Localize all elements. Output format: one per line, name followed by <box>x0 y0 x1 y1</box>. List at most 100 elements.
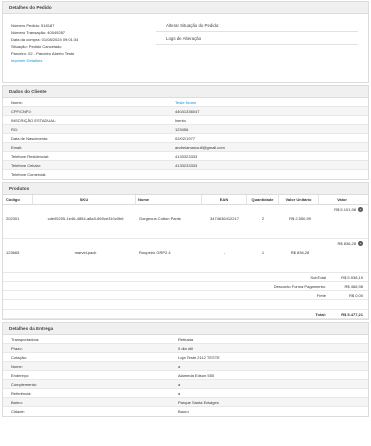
delivery-value: Parque Santa Edwiges <box>178 400 219 405</box>
order-details-panel: Detalhes do Pedido Número Pedido: 518187… <box>2 1 369 83</box>
price-detail-icon[interactable]: + <box>358 241 363 246</box>
product-ean: - <box>223 250 226 255</box>
client-row: INSCRIÇÃO ESTADUAL: Isento <box>3 116 368 125</box>
delivery-key: Cidade: <box>11 409 25 414</box>
products-title: Produtos <box>3 183 368 195</box>
client-row: Telefone Comercial: <box>3 170 368 179</box>
client-key: Telefone Residencial: <box>11 154 50 159</box>
products-header: Código SKU Nome EAN Quantidade Valor Uni… <box>3 195 368 205</box>
change-logs-action[interactable]: Logs de Alteração <box>156 32 358 45</box>
delivery-value: 0 dia útil <box>178 346 193 351</box>
print-details-link[interactable]: Imprimir Detalhes <box>11 57 78 64</box>
client-value: 44041336047 <box>175 109 200 114</box>
col-total: Valor <box>337 197 347 202</box>
change-status-action[interactable]: Alterar Situação do Pedido: <box>156 19 358 32</box>
client-value: 123456 <box>175 127 189 132</box>
delivery-value: Loja Teste 2112 TESTE <box>178 355 220 360</box>
product-unit-price: R$ 836,28 <box>290 250 310 255</box>
col-code: Código <box>3 195 33 204</box>
col-unit-price: Valor Unitário <box>279 195 319 204</box>
delivery-key: Nome: <box>11 364 23 369</box>
delivery-key: Complemento: <box>11 382 38 387</box>
client-key: Nome: <box>11 100 23 105</box>
order-partner: Parceiro: 02 - Parceiro Aberto Teste <box>11 51 75 56</box>
delivery-value: Alameda Edson 555 <box>178 373 215 378</box>
delivery-value: a <box>178 382 181 387</box>
delivery-row: Prazo: 0 dia útil <box>3 344 368 353</box>
delivery-key: Bairro: <box>11 400 23 405</box>
client-value: 4133233333 <box>175 163 198 168</box>
totals-spacer <box>3 300 368 310</box>
client-row: Nome: Teste Nome <box>3 98 368 107</box>
client-key: Telefone Comercial: <box>11 172 47 177</box>
delivery-key: Prazo: <box>11 346 23 351</box>
client-key: Email: <box>11 145 23 150</box>
product-name: Gorgeous Cotton Pants <box>139 216 181 221</box>
delivery-row: Transportadora: Retirada <box>3 335 368 344</box>
product-total-wrap: R$ 5.101,98 + <box>334 207 363 212</box>
order-actions: Alterar Situação do Pedido: Logs de Alte… <box>156 19 358 45</box>
total-row: Total: R$ 5.477,21 <box>3 310 368 319</box>
order-number: Número Pedido: 518187 <box>11 23 55 28</box>
discount-label: Desconto Forma Pagamento: <box>273 284 326 289</box>
delivery-value: Retirada <box>178 337 194 342</box>
col-ean: EAN <box>202 195 247 204</box>
discount-value: R$ 466,98 <box>344 284 363 289</box>
delivery-row: Cidade: Bauru <box>3 407 368 416</box>
client-name-link[interactable]: Teste Nome <box>175 98 368 106</box>
product-code: 202301 <box>6 216 20 221</box>
delivery-row: Bairro: Parque Santa Edwiges <box>3 398 368 407</box>
client-row: RG: 123456 <box>3 125 368 134</box>
client-value: andreiamanoulf@gmail.com <box>175 145 225 150</box>
client-key: Telefone Celular: <box>11 163 42 168</box>
total-value: R$ 5.477,21 <box>341 312 363 317</box>
order-page: Detalhes do Pedido Número Pedido: 518187… <box>0 0 371 446</box>
product-name: Roupeiro GRP2.4 <box>139 250 171 255</box>
transaction-number: Número Transação: 40049287 <box>11 30 66 35</box>
product-qty: 1 <box>261 250 265 255</box>
delivery-value: a <box>178 391 181 396</box>
client-row: Telefone Residencial: 4133323333 <box>3 152 368 161</box>
delivery-row: Nome: a <box>3 362 368 371</box>
client-value: 02/02/1977 <box>175 136 196 141</box>
order-status: Situação: Pedido Cancelado <box>11 44 62 49</box>
delivery-panel: Detalhes da Entrega Transportadora: Retir… <box>2 322 369 417</box>
product-row: 123665 marvel-pack Roupeiro GRP2.4 - 1 R… <box>3 239 368 273</box>
freight-row: Frete R$ 0,00 <box>3 291 368 300</box>
client-key: Data de Nascimento: <box>11 136 49 141</box>
delivery-key: Cotação: <box>11 355 28 360</box>
delivery-value: Bauru <box>178 409 189 414</box>
subtotal-label: SubTotal <box>310 275 326 280</box>
client-value: 4133323333 <box>175 154 198 159</box>
delivery-title: Detalhes da Entrega <box>3 323 368 335</box>
client-value: Isento <box>175 118 186 123</box>
col-name: Nome <box>136 195 202 204</box>
client-key: CPF/CNPJ: <box>11 109 32 114</box>
client-title: Dados do Cliente <box>3 86 368 98</box>
col-sku: SKU <box>33 195 136 204</box>
freight-value: R$ 0,00 <box>348 293 363 298</box>
purchase-date: Data da compra: 01/08/2024 09:01:34 <box>11 37 79 42</box>
price-detail-icon[interactable]: + <box>358 207 363 212</box>
product-code: 123665 <box>6 250 20 255</box>
delivery-row: Endereço: Alameda Edson 555 <box>3 371 368 380</box>
product-sku: cde05205-1e46-4854-a8a3-669ce310c0b6 <box>47 216 124 221</box>
delivery-row: Referência: a <box>3 389 368 398</box>
client-row: Email: andreiamanoulf@gmail.com <box>3 143 368 152</box>
delivery-value: a <box>178 364 181 369</box>
product-qty: 2 <box>261 216 265 221</box>
client-row: CPF/CNPJ: 44041336047 <box>3 107 368 116</box>
order-details-title: Detalhes do Pedido <box>3 2 368 14</box>
discount-row: Desconto Forma Pagamento: R$ 466,98 <box>3 282 368 291</box>
client-key: RG: <box>11 127 19 132</box>
client-panel: Dados do Cliente Nome: Teste Nome CPF/CNP… <box>2 85 369 180</box>
product-ean: 3474636412217 <box>210 216 239 221</box>
freight-label: Frete <box>316 293 326 298</box>
product-total: R$ 836,28 <box>337 241 356 246</box>
delivery-row: Complemento: a <box>3 380 368 389</box>
delivery-key: Endereço: <box>11 373 30 378</box>
subtotal-value: R$ 5.938,19 <box>341 275 363 280</box>
client-value <box>175 170 368 179</box>
delivery-key: Referência: <box>11 391 32 396</box>
col-quantity: Quantidade <box>247 195 279 204</box>
